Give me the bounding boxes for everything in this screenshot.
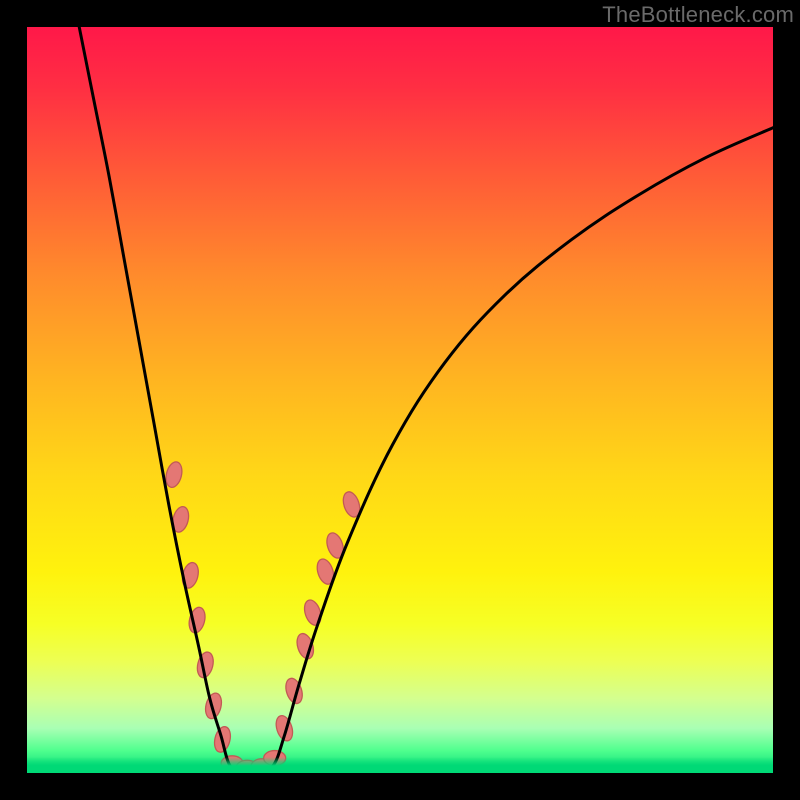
watermark-label: TheBottleneck.com	[602, 2, 794, 28]
frame: TheBottleneck.com	[0, 0, 800, 800]
bottom-gradient-mask	[27, 757, 773, 773]
bead-marker	[164, 460, 185, 489]
bottleneck-curve	[79, 27, 773, 771]
plot-area	[27, 27, 773, 773]
curve-svg	[27, 27, 773, 773]
